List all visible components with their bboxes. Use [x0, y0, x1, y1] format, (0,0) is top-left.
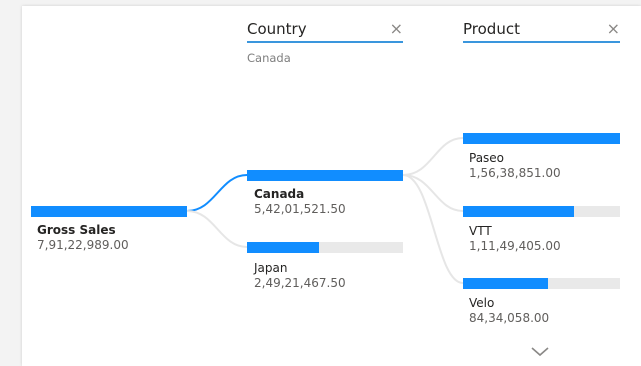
- country-column-header: Country ×: [247, 19, 403, 43]
- product-column-title: Product: [463, 20, 520, 38]
- product-column-header: Product ×: [463, 19, 620, 43]
- country-column-filter-value: Canada: [247, 51, 291, 65]
- close-icon[interactable]: ×: [390, 20, 403, 38]
- node-label: Canada: [254, 187, 305, 201]
- close-icon[interactable]: ×: [607, 20, 620, 38]
- node-bar-track: [463, 133, 620, 144]
- tree-node-japan[interactable]: Japan 2,49,21,467.50: [247, 242, 403, 291]
- node-value: 5,42,01,521.50: [254, 202, 346, 216]
- tree-node-vtt[interactable]: VTT 1,11,49,405.00: [463, 206, 620, 254]
- link-root-canada: [186, 174, 248, 212]
- node-bar-fill: [463, 133, 620, 144]
- chevron-down-icon[interactable]: [530, 346, 550, 358]
- node-bar-fill: [31, 206, 187, 217]
- link-root-japan: [186, 210, 248, 248]
- node-bar-track: [31, 206, 187, 217]
- node-value: 84,34,058.00: [469, 311, 550, 325]
- node-value: 2,49,21,467.50: [254, 276, 346, 290]
- link-canada-paseo: [402, 137, 464, 176]
- node-bar-track: [247, 242, 403, 253]
- node-value: 7,91,22,989.00: [37, 238, 129, 252]
- product-column: Product ×: [463, 19, 620, 43]
- node-label: VTT: [469, 224, 492, 238]
- tree-node-velo[interactable]: Velo 84,34,058.00: [463, 278, 620, 326]
- node-bar-fill: [247, 242, 319, 253]
- country-column-title: Country: [247, 20, 307, 38]
- node-bar-track: [463, 278, 620, 289]
- tree-node-paseo[interactable]: Paseo 1,56,38,851.00: [463, 133, 620, 181]
- node-bar-fill: [463, 206, 575, 217]
- tree-node-canada[interactable]: Canada 5,42,01,521.50: [247, 170, 403, 217]
- country-column: Country × Canada: [247, 19, 403, 65]
- node-value: 1,56,38,851.00: [469, 166, 561, 180]
- node-value: 1,11,49,405.00: [469, 239, 561, 253]
- node-label: Paseo: [469, 151, 505, 165]
- node-bar-fill: [247, 170, 403, 181]
- tree-node-gross-sales[interactable]: Gross Sales 7,91,22,989.00: [31, 206, 187, 253]
- node-label: Gross Sales: [37, 223, 116, 237]
- link-canada-vtt: [402, 174, 464, 212]
- node-label: Japan: [254, 261, 288, 275]
- node-label: Velo: [469, 296, 495, 310]
- node-bar-fill: [463, 278, 548, 289]
- node-bar-track: [247, 170, 403, 181]
- node-bar-track: [463, 206, 620, 217]
